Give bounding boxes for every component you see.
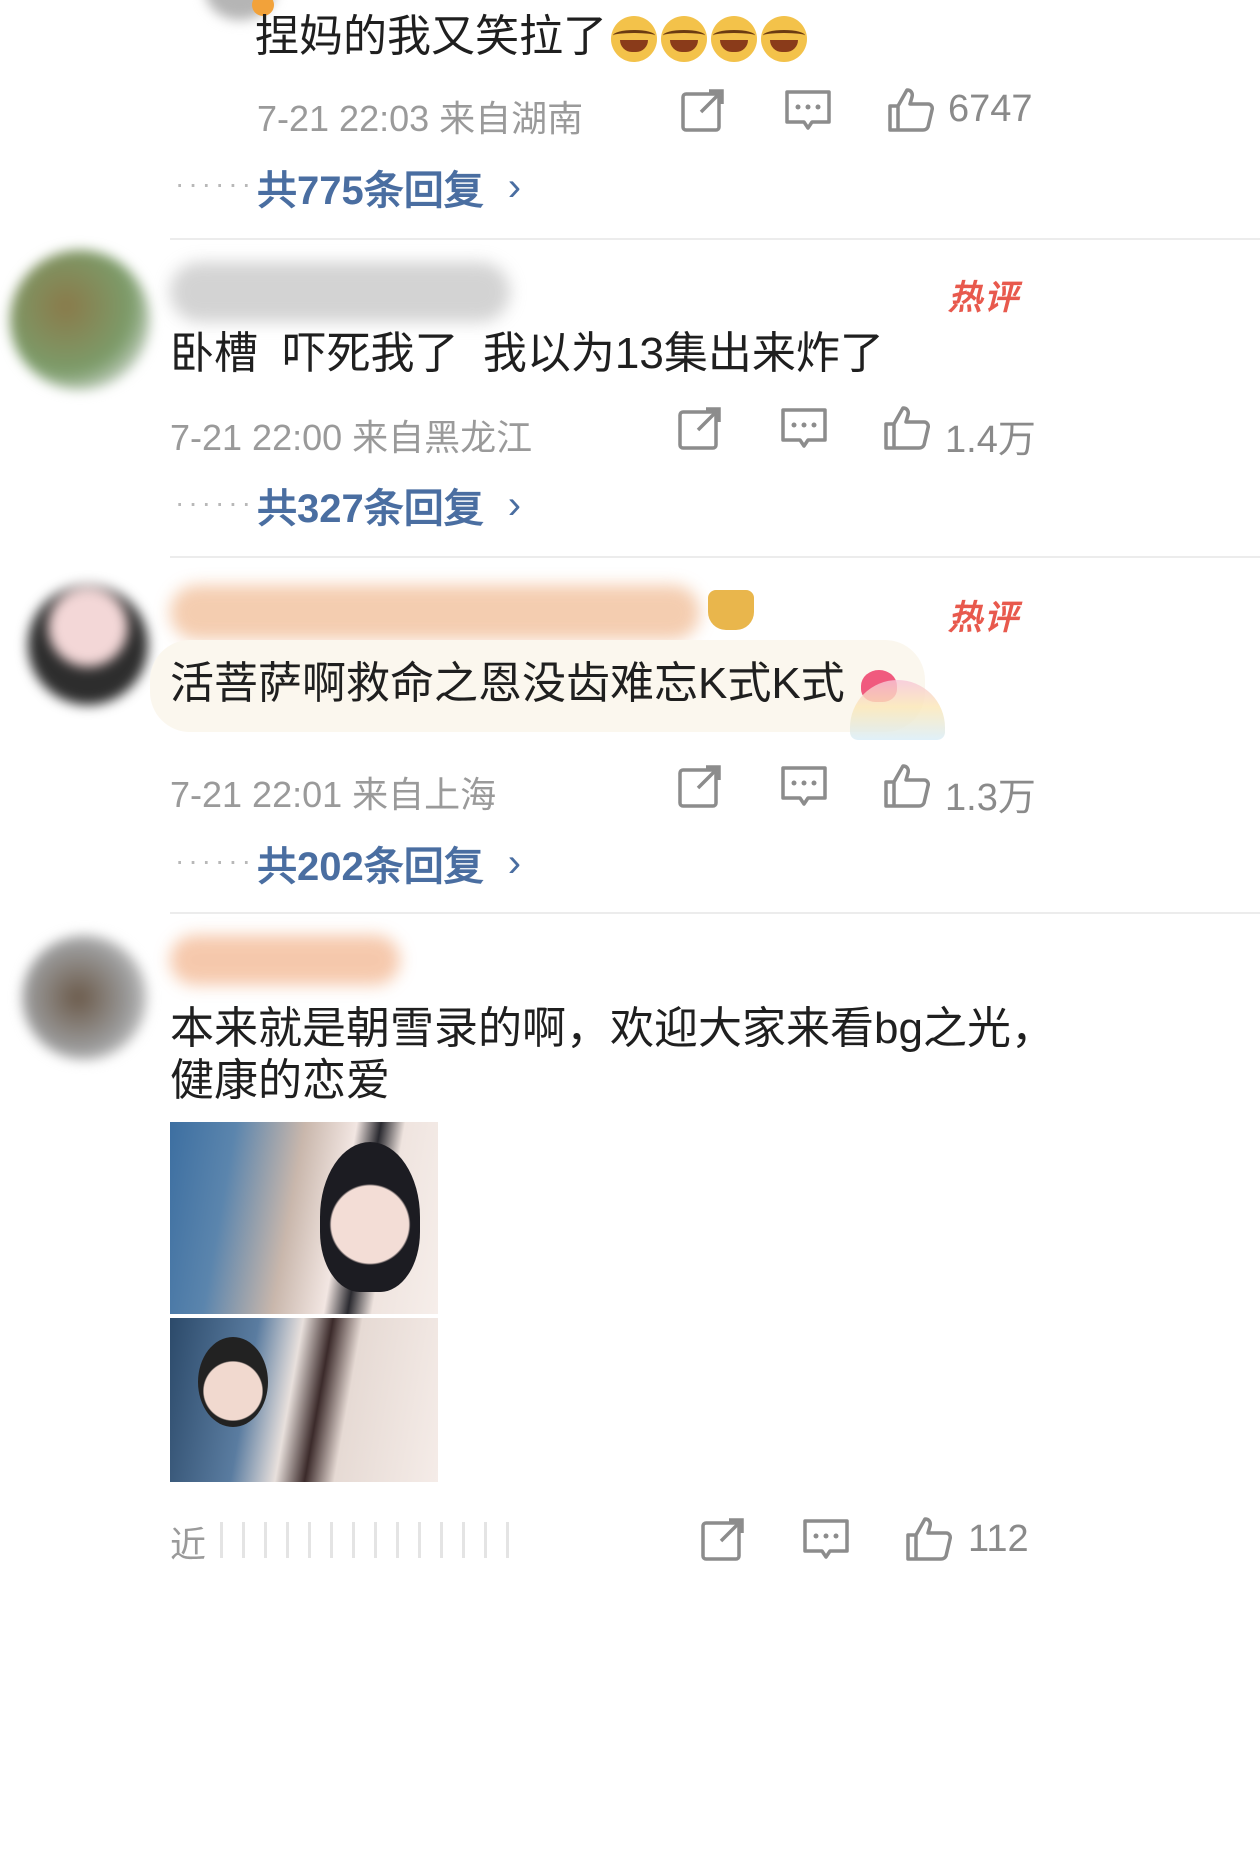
like-icon[interactable] (881, 402, 933, 454)
replies-count: 共775条回复 (257, 169, 484, 213)
comment-meta: 7-21 22:01 来自上海 (170, 774, 497, 815)
comment-icon[interactable] (800, 1513, 852, 1565)
comment-image[interactable] (170, 1122, 438, 1482)
crown-badge-icon (708, 590, 754, 630)
replies-dots: ······ (175, 845, 255, 876)
replies-count: 共327条回复 (257, 487, 484, 531)
divider (170, 556, 1260, 558)
comment-icon[interactable] (778, 402, 830, 454)
share-icon[interactable] (674, 402, 726, 454)
comment-text-line1: 本来就是朝雪录的啊，欢迎大家来看bg之光， (170, 1004, 1055, 1053)
comment-text: 活菩萨啊救命之恩没齿难忘K式K式 (170, 655, 897, 712)
comment-text: 捏妈的我又笑拉了 (255, 8, 807, 65)
username[interactable] (170, 585, 700, 640)
comment-meta: 7-21 22:03 来自湖南 (257, 98, 584, 139)
obscured-text (220, 1522, 510, 1558)
comment-meta: 近 (170, 1524, 207, 1565)
chevron-right-icon: › (507, 840, 522, 885)
comment-text: 卧槽 吓死我了 我以为13集出来炸了 (170, 329, 884, 378)
drama-still-bottom-face (198, 1337, 268, 1427)
divider (170, 238, 1260, 240)
comment-text-content: 捏妈的我又笑拉了 (255, 12, 607, 61)
like-icon[interactable] (903, 1513, 955, 1565)
username[interactable] (170, 935, 400, 985)
like-count: 1.4万 (945, 419, 1036, 461)
avatar[interactable] (28, 585, 148, 705)
comment-icon[interactable] (782, 84, 834, 136)
replies-count: 共202条回复 (257, 845, 484, 889)
comment-icon[interactable] (778, 760, 830, 812)
like-icon[interactable] (885, 84, 937, 136)
divider (170, 912, 1260, 914)
hot-comment-badge: 热评 (948, 279, 1020, 317)
replies-link[interactable]: 共327条回复 › (257, 476, 521, 534)
laugh-cry-emoji-icon (761, 16, 807, 63)
avatar[interactable] (22, 935, 147, 1060)
like-count: 112 (968, 1518, 1029, 1560)
avatar[interactable] (10, 250, 150, 390)
comment-meta: 7-21 22:00 来自黑龙江 (170, 417, 533, 458)
like-count: 1.3万 (945, 777, 1036, 819)
laugh-cry-emoji-icon (661, 16, 707, 63)
like-icon[interactable] (881, 760, 933, 812)
chevron-right-icon: › (507, 164, 522, 209)
hot-comment-badge: 热评 (948, 599, 1020, 637)
comment-text-content: 活菩萨啊救命之恩没齿难忘K式K式 (170, 659, 845, 708)
drama-still-top-face (320, 1142, 420, 1292)
replies-dots: ······ (175, 487, 255, 518)
chevron-right-icon: › (507, 482, 522, 527)
replies-link[interactable]: 共775条回复 › (257, 158, 521, 216)
share-icon[interactable] (697, 1513, 749, 1565)
share-icon[interactable] (674, 760, 726, 812)
comment-text-line2: 健康的恋爱 (170, 1056, 390, 1105)
laugh-cry-emoji-icon (611, 16, 657, 63)
replies-dots: ······ (175, 168, 255, 199)
username[interactable] (170, 262, 510, 322)
replies-link[interactable]: 共202条回复 › (257, 834, 521, 892)
share-icon[interactable] (677, 84, 729, 136)
laugh-cry-emoji-icon (711, 16, 757, 63)
like-count: 6747 (948, 88, 1033, 130)
